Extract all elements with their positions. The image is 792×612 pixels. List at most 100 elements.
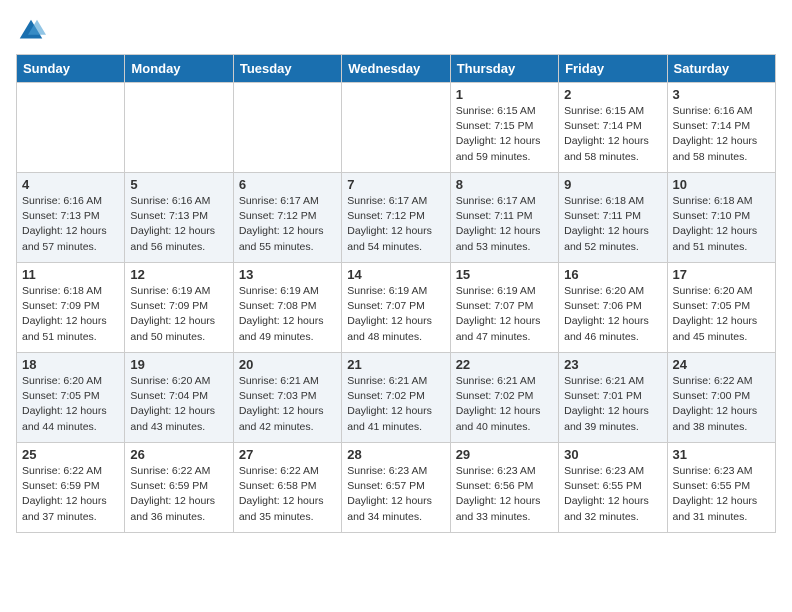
day-info: Sunrise: 6:23 AM Sunset: 6:55 PM Dayligh… <box>673 465 758 523</box>
day-number: 25 <box>22 447 119 462</box>
calendar-cell: 3 Sunrise: 6:16 AM Sunset: 7:14 PM Daylig… <box>667 83 775 173</box>
day-info: Sunrise: 6:21 AM Sunset: 7:03 PM Dayligh… <box>239 375 324 433</box>
calendar-cell: 4 Sunrise: 6:16 AM Sunset: 7:13 PM Daylig… <box>17 173 125 263</box>
day-number: 24 <box>673 357 770 372</box>
day-info: Sunrise: 6:21 AM Sunset: 7:01 PM Dayligh… <box>564 375 649 433</box>
day-info: Sunrise: 6:17 AM Sunset: 7:11 PM Dayligh… <box>456 195 541 253</box>
calendar-cell: 2Sunrise: 6:15 AM Sunset: 7:14 PM Daylig… <box>559 83 667 173</box>
calendar-cell <box>342 83 450 173</box>
day-number: 5 <box>130 177 227 192</box>
day-info: Sunrise: 6:23 AM Sunset: 6:56 PM Dayligh… <box>456 465 541 523</box>
calendar-cell: 16 Sunrise: 6:20 AM Sunset: 7:06 PM Dayli… <box>559 263 667 353</box>
day-number: 9 <box>564 177 661 192</box>
day-number: 14 <box>347 267 444 282</box>
day-info: Sunrise: 6:22 AM Sunset: 6:59 PM Dayligh… <box>130 465 215 523</box>
week-row: 1Sunrise: 6:15 AM Sunset: 7:15 PM Daylig… <box>17 83 776 173</box>
calendar-cell <box>17 83 125 173</box>
calendar-cell: 12Sunrise: 6:19 AM Sunset: 7:09 PM Dayli… <box>125 263 233 353</box>
calendar-cell: 30 Sunrise: 6:23 AM Sunset: 6:55 PM Dayli… <box>559 443 667 533</box>
calendar-cell: 28 Sunrise: 6:23 AM Sunset: 6:57 PM Dayli… <box>342 443 450 533</box>
calendar-cell: 1Sunrise: 6:15 AM Sunset: 7:15 PM Daylig… <box>450 83 558 173</box>
calendar-cell: 8 Sunrise: 6:17 AM Sunset: 7:11 PM Daylig… <box>450 173 558 263</box>
calendar-cell: 5 Sunrise: 6:16 AM Sunset: 7:13 PM Daylig… <box>125 173 233 263</box>
calendar-cell: 23 Sunrise: 6:21 AM Sunset: 7:01 PM Dayli… <box>559 353 667 443</box>
day-number: 4 <box>22 177 119 192</box>
day-info: Sunrise: 6:19 AM Sunset: 7:07 PM Dayligh… <box>347 285 432 343</box>
day-number: 26 <box>130 447 227 462</box>
day-number: 30 <box>564 447 661 462</box>
day-number: 2 <box>564 87 661 102</box>
day-number: 27 <box>239 447 336 462</box>
col-header-wednesday: Wednesday <box>342 55 450 83</box>
calendar-cell: 18Sunrise: 6:20 AM Sunset: 7:05 PM Dayli… <box>17 353 125 443</box>
calendar-cell: 17 Sunrise: 6:20 AM Sunset: 7:05 PM Dayli… <box>667 263 775 353</box>
calendar-cell: 13 Sunrise: 6:19 AM Sunset: 7:08 PM Dayli… <box>233 263 341 353</box>
header-row: SundayMondayTuesdayWednesdayThursdayFrid… <box>17 55 776 83</box>
day-number: 31 <box>673 447 770 462</box>
day-number: 8 <box>456 177 553 192</box>
calendar-cell: 26 Sunrise: 6:22 AM Sunset: 6:59 PM Dayli… <box>125 443 233 533</box>
calendar-cell: 7 Sunrise: 6:17 AM Sunset: 7:12 PM Daylig… <box>342 173 450 263</box>
day-number: 23 <box>564 357 661 372</box>
page-header <box>16 16 776 46</box>
day-info: Sunrise: 6:23 AM Sunset: 6:55 PM Dayligh… <box>564 465 649 523</box>
week-row: 4 Sunrise: 6:16 AM Sunset: 7:13 PM Daylig… <box>17 173 776 263</box>
day-info: Sunrise: 6:16 AM Sunset: 7:14 PM Dayligh… <box>673 105 758 163</box>
calendar-cell: 29 Sunrise: 6:23 AM Sunset: 6:56 PM Dayli… <box>450 443 558 533</box>
day-number: 7 <box>347 177 444 192</box>
calendar-cell: 25 Sunrise: 6:22 AM Sunset: 6:59 PM Dayli… <box>17 443 125 533</box>
calendar-cell: 19 Sunrise: 6:20 AM Sunset: 7:04 PM Dayli… <box>125 353 233 443</box>
day-number: 16 <box>564 267 661 282</box>
day-info: Sunrise: 6:20 AM Sunset: 7:05 PM Dayligh… <box>22 375 107 433</box>
col-header-sunday: Sunday <box>17 55 125 83</box>
day-info: Sunrise: 6:15 AM Sunset: 7:15 PM Dayligh… <box>456 105 541 163</box>
day-info: Sunrise: 6:22 AM Sunset: 6:59 PM Dayligh… <box>22 465 107 523</box>
col-header-monday: Monday <box>125 55 233 83</box>
day-info: Sunrise: 6:21 AM Sunset: 7:02 PM Dayligh… <box>456 375 541 433</box>
day-number: 20 <box>239 357 336 372</box>
day-info: Sunrise: 6:20 AM Sunset: 7:05 PM Dayligh… <box>673 285 758 343</box>
day-number: 28 <box>347 447 444 462</box>
day-info: Sunrise: 6:16 AM Sunset: 7:13 PM Dayligh… <box>130 195 215 253</box>
day-number: 29 <box>456 447 553 462</box>
day-number: 17 <box>673 267 770 282</box>
calendar-table: SundayMondayTuesdayWednesdayThursdayFrid… <box>16 54 776 533</box>
calendar-cell: 21Sunrise: 6:21 AM Sunset: 7:02 PM Dayli… <box>342 353 450 443</box>
day-info: Sunrise: 6:21 AM Sunset: 7:02 PM Dayligh… <box>347 375 432 433</box>
day-info: Sunrise: 6:20 AM Sunset: 7:06 PM Dayligh… <box>564 285 649 343</box>
day-info: Sunrise: 6:17 AM Sunset: 7:12 PM Dayligh… <box>347 195 432 253</box>
col-header-tuesday: Tuesday <box>233 55 341 83</box>
day-info: Sunrise: 6:20 AM Sunset: 7:04 PM Dayligh… <box>130 375 215 433</box>
day-number: 13 <box>239 267 336 282</box>
calendar-cell: 31 Sunrise: 6:23 AM Sunset: 6:55 PM Dayli… <box>667 443 775 533</box>
week-row: 18Sunrise: 6:20 AM Sunset: 7:05 PM Dayli… <box>17 353 776 443</box>
day-number: 3 <box>673 87 770 102</box>
day-info: Sunrise: 6:17 AM Sunset: 7:12 PM Dayligh… <box>239 195 324 253</box>
day-number: 10 <box>673 177 770 192</box>
calendar-cell: 27 Sunrise: 6:22 AM Sunset: 6:58 PM Dayli… <box>233 443 341 533</box>
week-row: 25 Sunrise: 6:22 AM Sunset: 6:59 PM Dayli… <box>17 443 776 533</box>
calendar-cell: 20 Sunrise: 6:21 AM Sunset: 7:03 PM Dayli… <box>233 353 341 443</box>
day-info: Sunrise: 6:19 AM Sunset: 7:08 PM Dayligh… <box>239 285 324 343</box>
col-header-saturday: Saturday <box>667 55 775 83</box>
day-info: Sunrise: 6:23 AM Sunset: 6:57 PM Dayligh… <box>347 465 432 523</box>
day-info: Sunrise: 6:16 AM Sunset: 7:13 PM Dayligh… <box>22 195 107 253</box>
logo <box>16 16 50 46</box>
calendar-cell <box>233 83 341 173</box>
day-info: Sunrise: 6:18 AM Sunset: 7:11 PM Dayligh… <box>564 195 649 253</box>
day-info: Sunrise: 6:18 AM Sunset: 7:10 PM Dayligh… <box>673 195 758 253</box>
col-header-friday: Friday <box>559 55 667 83</box>
calendar-cell: 9 Sunrise: 6:18 AM Sunset: 7:11 PM Daylig… <box>559 173 667 263</box>
calendar-cell <box>125 83 233 173</box>
day-info: Sunrise: 6:22 AM Sunset: 7:00 PM Dayligh… <box>673 375 758 433</box>
calendar-cell: 15Sunrise: 6:19 AM Sunset: 7:07 PM Dayli… <box>450 263 558 353</box>
calendar-cell: 22Sunrise: 6:21 AM Sunset: 7:02 PM Dayli… <box>450 353 558 443</box>
day-number: 6 <box>239 177 336 192</box>
day-info: Sunrise: 6:22 AM Sunset: 6:58 PM Dayligh… <box>239 465 324 523</box>
day-number: 19 <box>130 357 227 372</box>
day-info: Sunrise: 6:18 AM Sunset: 7:09 PM Dayligh… <box>22 285 107 343</box>
calendar-cell: 24 Sunrise: 6:22 AM Sunset: 7:00 PM Dayli… <box>667 353 775 443</box>
day-number: 11 <box>22 267 119 282</box>
day-number: 12 <box>130 267 227 282</box>
calendar-cell: 14 Sunrise: 6:19 AM Sunset: 7:07 PM Dayli… <box>342 263 450 353</box>
